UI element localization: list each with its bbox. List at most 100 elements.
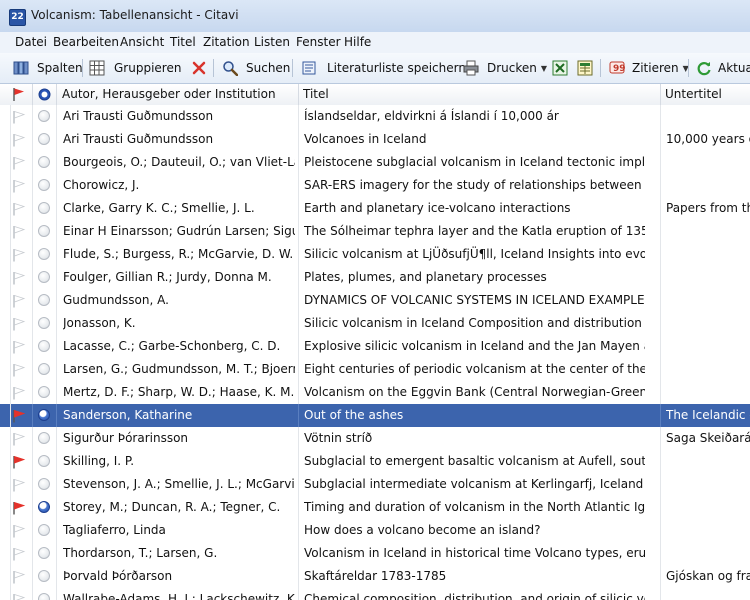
columns-button[interactable]: Spalten <box>13 58 83 78</box>
export-table-button[interactable] <box>577 58 593 78</box>
row-selector[interactable] <box>0 151 11 174</box>
row-selector[interactable] <box>0 358 11 381</box>
column-divider[interactable] <box>298 84 299 107</box>
read-status-off-icon[interactable] <box>38 110 50 122</box>
table-row[interactable]: Clarke, Garry K. C.; Smellie, J. L. Earth… <box>0 197 750 221</box>
row-selector[interactable] <box>0 404 11 427</box>
table-row[interactable]: Tagliaferro, Linda How does a volcano bec… <box>0 519 750 543</box>
row-selector[interactable] <box>0 381 11 404</box>
flag-grey-icon[interactable] <box>12 110 26 124</box>
read-status-off-icon[interactable] <box>38 156 50 168</box>
row-selector[interactable] <box>0 335 11 358</box>
read-status-off-icon[interactable] <box>38 478 50 490</box>
table-row[interactable]: Skilling, I. P. Subglacial to emergent ba… <box>0 450 750 474</box>
flag-red-icon[interactable] <box>12 455 26 469</box>
table-row[interactable]: Bourgeois, O.; Dauteuil, O.; van Vliet-L… <box>0 151 750 175</box>
row-selector[interactable] <box>0 105 11 128</box>
row-selector[interactable] <box>0 220 11 243</box>
read-status-off-icon[interactable] <box>38 317 50 329</box>
row-selector[interactable] <box>0 496 11 519</box>
cite-button[interactable]: 99 Zitieren ▼ <box>609 58 689 78</box>
read-status-off-icon[interactable] <box>38 248 50 260</box>
column-header-subtitle[interactable]: Untertitel <box>665 84 750 105</box>
save-bibliography-button[interactable]: Literaturliste speichern ▼ <box>301 58 476 78</box>
flag-grey-icon[interactable] <box>12 156 26 170</box>
flag-red-icon[interactable] <box>12 409 26 423</box>
flag-grey-icon[interactable] <box>12 386 26 400</box>
flag-grey-icon[interactable] <box>12 317 26 331</box>
table-row[interactable]: Stevenson, J. A.; Smellie, J. L.; McGarv… <box>0 473 750 497</box>
column-divider[interactable] <box>56 84 57 107</box>
menu-datei[interactable]: Datei <box>15 35 47 49</box>
read-status-column-icon[interactable] <box>38 88 51 101</box>
flag-grey-icon[interactable] <box>12 432 26 446</box>
menu-ansicht[interactable]: Ansicht <box>120 35 164 49</box>
table-row[interactable]: Thordarson, T.; Larsen, G. Volcanism in I… <box>0 542 750 566</box>
read-status-off-icon[interactable] <box>38 202 50 214</box>
flag-grey-icon[interactable] <box>12 248 26 262</box>
table-row[interactable]: Sigurður Þórarinsson Vötnin stríð Saga Ske… <box>0 427 750 451</box>
menu-bearbeiten[interactable]: Bearbeiten <box>53 35 119 49</box>
row-selector[interactable] <box>0 542 11 565</box>
read-status-off-icon[interactable] <box>38 340 50 352</box>
row-selector[interactable] <box>0 266 11 289</box>
flag-grey-icon[interactable] <box>12 133 26 147</box>
read-status-off-icon[interactable] <box>38 455 50 467</box>
read-status-off-icon[interactable] <box>38 524 50 536</box>
table-row[interactable]: Wallrabe-Adams, H. J.; Lackschewitz, K. … <box>0 588 750 600</box>
table-row[interactable]: Sanderson, Katharine Out of the ashes The … <box>0 404 750 428</box>
table-row[interactable]: Einar H Einarsson; Gudrún Larsen; Sigurd… <box>0 220 750 244</box>
table-row[interactable]: Storey, M.; Duncan, R. A.; Tegner, C. Tim… <box>0 496 750 520</box>
flag-grey-icon[interactable] <box>12 547 26 561</box>
row-selector[interactable] <box>0 197 11 220</box>
read-status-on-icon[interactable] <box>38 501 50 513</box>
table-row[interactable]: Gudmundsson, A. DYNAMICS OF VOLCANIC SYST… <box>0 289 750 313</box>
table-row[interactable]: Larsen, G.; Gudmundsson, M. T.; Bjoernss… <box>0 358 750 382</box>
table-row[interactable]: Foulger, Gillian R.; Jurdy, Donna M. Plat… <box>0 266 750 290</box>
row-selector[interactable] <box>0 289 11 312</box>
export-excel-button[interactable] <box>552 58 568 78</box>
column-header-title[interactable]: Titel <box>303 84 653 105</box>
row-selector[interactable] <box>0 128 11 151</box>
row-selector[interactable] <box>0 519 11 542</box>
flag-grey-icon[interactable] <box>12 340 26 354</box>
table-row[interactable]: Ari Trausti Guðmundsson Volcanoes in Icel… <box>0 128 750 152</box>
refresh-button[interactable]: Aktua <box>696 58 750 78</box>
read-status-off-icon[interactable] <box>38 386 50 398</box>
citavi-app-icon[interactable]: 22 <box>9 9 26 26</box>
menu-hilfe[interactable]: Hilfe <box>344 35 371 49</box>
row-selector[interactable] <box>0 565 11 588</box>
read-status-off-icon[interactable] <box>38 179 50 191</box>
read-status-off-icon[interactable] <box>38 593 50 600</box>
flag-grey-icon[interactable] <box>12 271 26 285</box>
group-button[interactable]: Gruppieren <box>89 58 181 78</box>
read-status-off-icon[interactable] <box>38 432 50 444</box>
row-selector[interactable] <box>0 588 11 600</box>
read-status-off-icon[interactable] <box>38 363 50 375</box>
menu-fenster[interactable]: Fenster <box>296 35 341 49</box>
menu-zitation[interactable]: Zitation <box>203 35 250 49</box>
flag-red-icon[interactable] <box>12 501 26 515</box>
flag-grey-icon[interactable] <box>12 524 26 538</box>
read-status-off-icon[interactable] <box>38 225 50 237</box>
flag-grey-icon[interactable] <box>12 593 26 600</box>
flag-grey-icon[interactable] <box>12 202 26 216</box>
read-status-off-icon[interactable] <box>38 133 50 145</box>
menu-listen[interactable]: Listen <box>254 35 290 49</box>
clear-grouping-button[interactable] <box>191 58 207 78</box>
flag-grey-icon[interactable] <box>12 570 26 584</box>
flag-grey-icon[interactable] <box>12 225 26 239</box>
table-row[interactable]: Jonasson, K. Silicic volcanism in Iceland… <box>0 312 750 336</box>
read-status-on-icon[interactable] <box>38 409 50 421</box>
table-row[interactable]: Ari Trausti Guðmundsson Íslandseldar, eld… <box>0 105 750 129</box>
row-selector[interactable] <box>0 174 11 197</box>
table-row[interactable]: Lacasse, C.; Garbe-Schonberg, C. D. Explo… <box>0 335 750 359</box>
menu-titel[interactable]: Titel <box>170 35 196 49</box>
row-selector[interactable] <box>0 450 11 473</box>
table-row[interactable]: Mertz, D. F.; Sharp, W. D.; Haase, K. M.… <box>0 381 750 405</box>
row-selector[interactable] <box>0 473 11 496</box>
column-divider[interactable] <box>660 84 661 107</box>
flag-grey-icon[interactable] <box>12 478 26 492</box>
table-row[interactable]: Chorowicz, J. SAR-ERS imagery for the stu… <box>0 174 750 198</box>
flag-grey-icon[interactable] <box>12 294 26 308</box>
